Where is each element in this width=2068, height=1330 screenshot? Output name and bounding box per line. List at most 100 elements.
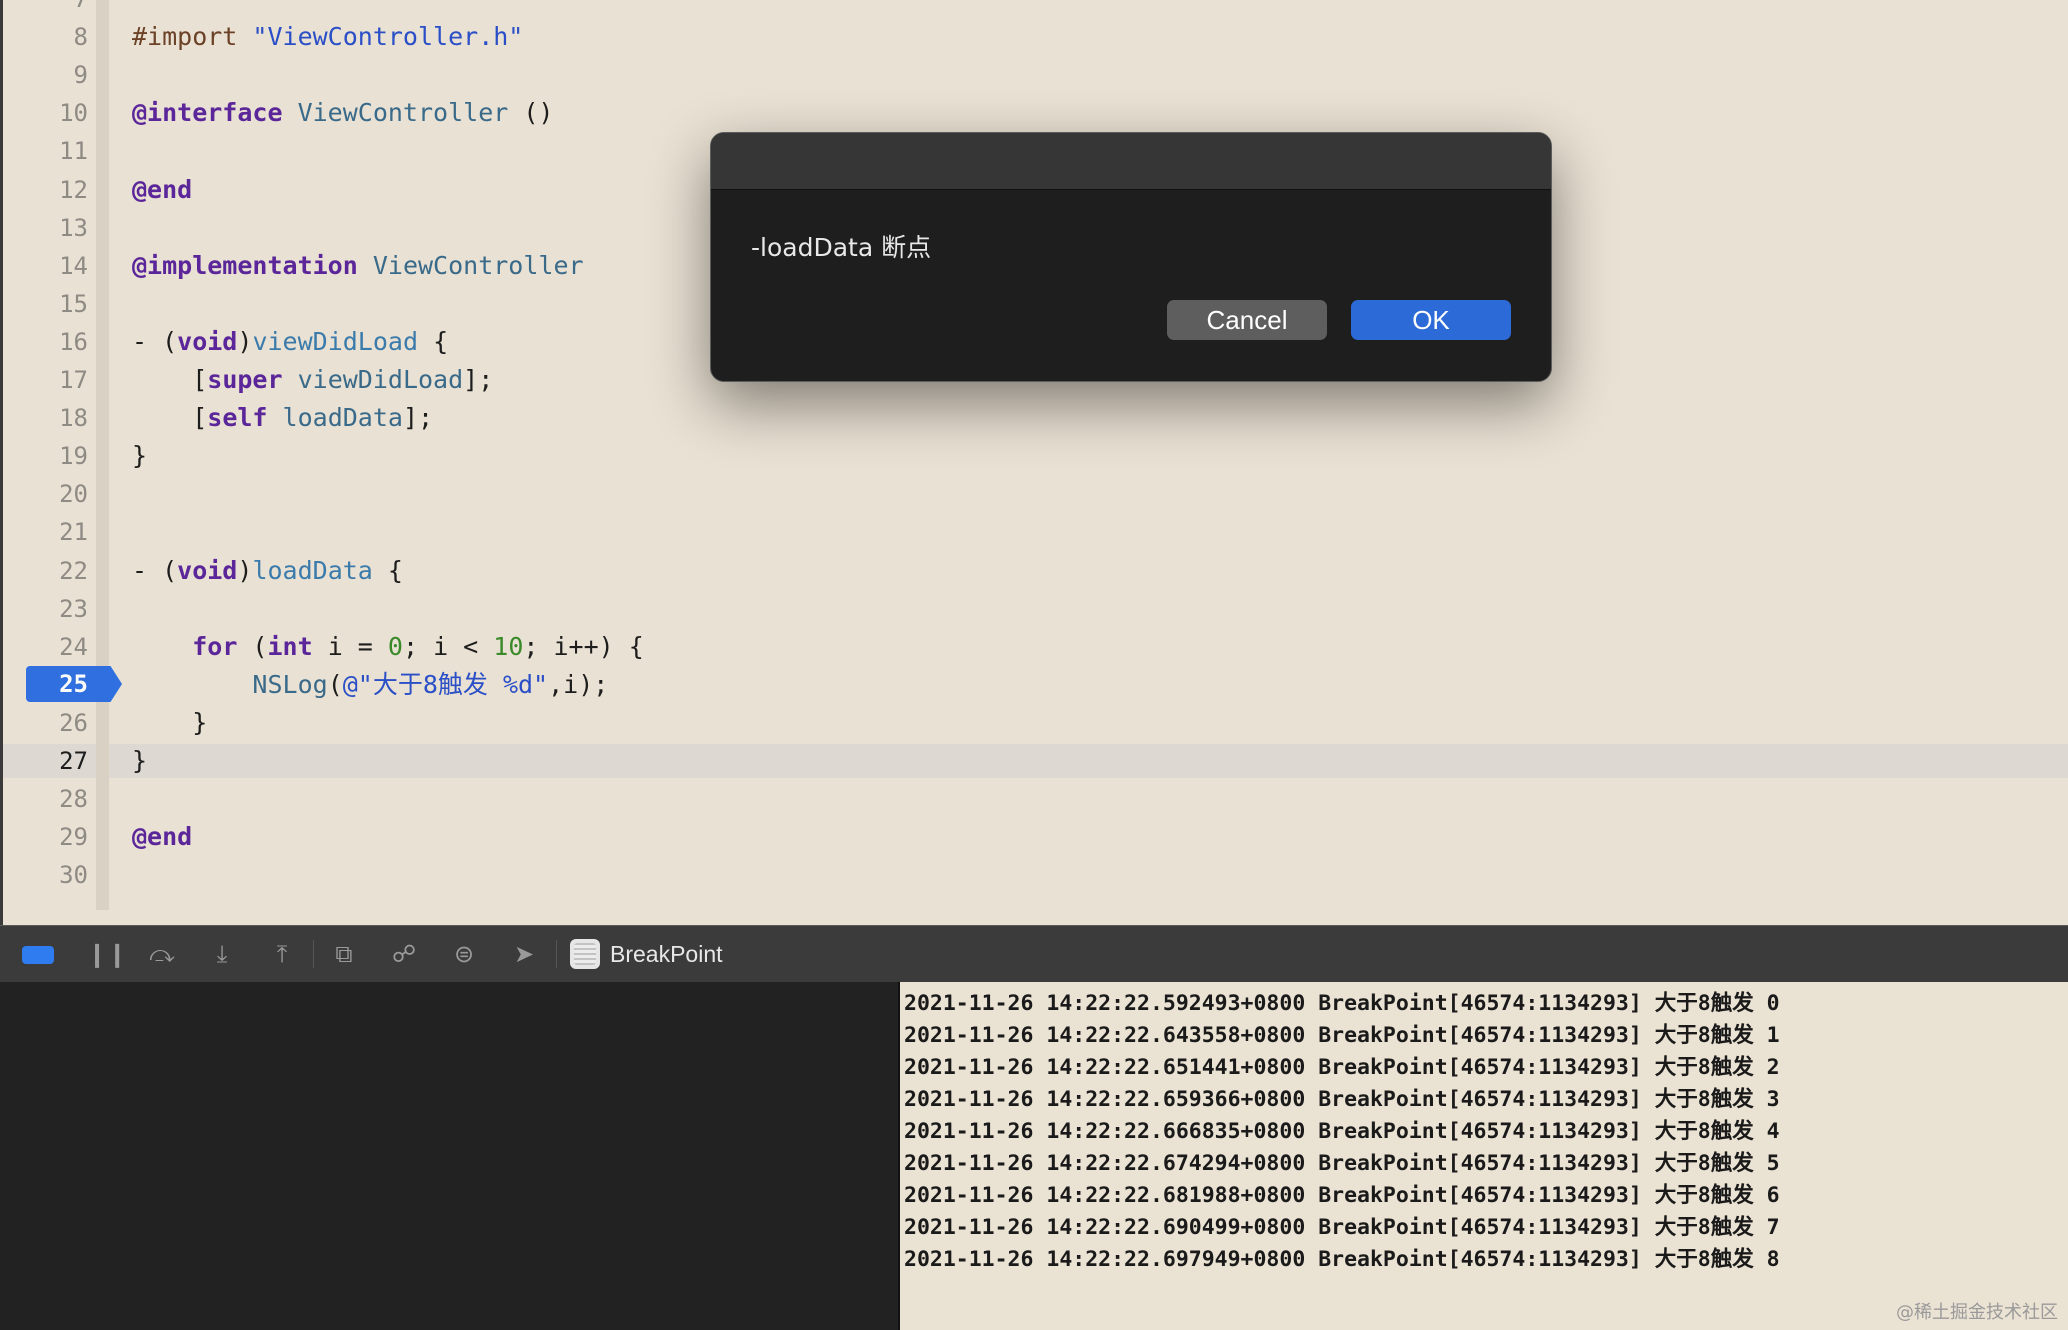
code-token: for xyxy=(192,631,238,661)
code-token: ]; xyxy=(463,365,494,394)
debug-toolbar: ❙❙ ⤼ ⤓ ⤒ ⧉ ☍ ⊜ ➤ BreakPoint xyxy=(0,925,2068,983)
console-output[interactable]: 2021-11-26 14:22:22.592493+0800 BreakPoi… xyxy=(900,982,2068,1330)
line-number[interactable]: 12 xyxy=(20,171,88,209)
line-number[interactable]: 13 xyxy=(20,209,88,247)
code-text: } xyxy=(132,704,207,742)
console-log-line: 2021-11-26 14:22:22.651441+0800 BreakPoi… xyxy=(904,1055,1780,1080)
line-number[interactable]: 20 xyxy=(20,475,88,513)
view-hierarchy-icon[interactable]: ⧉ xyxy=(329,940,359,968)
environment-overrides-icon[interactable]: ⊜ xyxy=(449,940,479,968)
console-log-line: 2021-11-26 14:22:22.643558+0800 BreakPoi… xyxy=(904,1023,1780,1048)
code-token: ; i < xyxy=(402,631,494,661)
gutter-ribbon xyxy=(96,0,109,910)
code-text: for (int i = 0; i < 10; i++) { xyxy=(132,628,644,666)
code-token: i = xyxy=(312,631,388,661)
breakpoint-line-number: 25 xyxy=(59,670,88,698)
code-token: [ xyxy=(132,365,208,394)
code-text: @end xyxy=(132,171,192,209)
line-number[interactable]: 17 xyxy=(20,361,88,399)
line-number[interactable]: 22 xyxy=(20,552,88,590)
line-number[interactable]: 15 xyxy=(20,285,88,323)
code-token: - ( xyxy=(132,555,178,585)
line-number[interactable]: 24 xyxy=(20,628,88,666)
line-number[interactable]: 18 xyxy=(20,399,88,437)
code-token: } xyxy=(132,746,148,775)
code-token: @"大于8触发 %d" xyxy=(342,669,549,699)
line-number[interactable]: 8 xyxy=(20,18,88,56)
app-target-icon[interactable] xyxy=(570,939,600,969)
code-token: ( xyxy=(327,669,343,699)
code-token: void xyxy=(177,326,238,356)
code-token: ( xyxy=(237,631,268,661)
code-token: ]; xyxy=(402,403,434,433)
code-token: { xyxy=(372,555,403,585)
watermark: @稀土掘金技术社区 xyxy=(1896,1302,2058,1323)
code-token: @end xyxy=(132,822,193,852)
line-number[interactable]: 19 xyxy=(20,437,88,475)
cancel-button[interactable]: Cancel xyxy=(1167,300,1327,340)
code-token: ; i++) { xyxy=(523,631,644,661)
line-number[interactable]: 23 xyxy=(20,590,88,628)
line-number[interactable]: 10 xyxy=(20,94,88,132)
code-token: "ViewController.h" xyxy=(252,22,524,52)
variables-view[interactable] xyxy=(0,982,898,1330)
code-text: NSLog(@"大于8触发 %d",i); xyxy=(132,666,608,704)
code-token: ViewController xyxy=(372,250,584,280)
code-token: ,i); xyxy=(548,669,609,699)
code-token: super xyxy=(207,365,283,394)
code-text: } xyxy=(132,742,147,780)
step-over-icon[interactable]: ⤼ xyxy=(147,940,177,968)
step-into-icon[interactable]: ⤓ xyxy=(207,940,237,968)
code-token: ) xyxy=(237,555,253,585)
code-text: [super viewDidLoad]; xyxy=(132,361,493,399)
line-number[interactable]: 27 xyxy=(20,742,88,780)
code-token: ViewController xyxy=(297,98,509,128)
console-log-line: 2021-11-26 14:22:22.690499+0800 BreakPoi… xyxy=(904,1215,1780,1240)
line-number[interactable]: 21 xyxy=(20,513,88,551)
code-token: @interface xyxy=(132,98,283,128)
console-log-line: 2021-11-26 14:22:22.592493+0800 BreakPoi… xyxy=(904,991,1780,1016)
code-text: @interface ViewController () xyxy=(132,94,553,132)
code-text: @end xyxy=(132,818,192,856)
code-token: #import xyxy=(132,22,253,52)
code-token: int xyxy=(267,631,313,661)
ok-button[interactable]: OK xyxy=(1351,300,1511,340)
window-edge xyxy=(0,0,3,925)
code-token: ) xyxy=(237,326,253,356)
line-number[interactable]: 9 xyxy=(20,56,88,94)
code-token: - ( xyxy=(132,326,178,356)
location-icon[interactable]: ➤ xyxy=(509,940,539,968)
alert-dialog: -loadData 断点 Cancel OK xyxy=(710,132,1552,382)
target-name[interactable]: BreakPoint xyxy=(610,926,723,982)
code-text: #import "ViewController.h" xyxy=(132,18,523,56)
line-number[interactable]: 30 xyxy=(20,856,88,894)
alert-titlebar xyxy=(711,133,1551,190)
line-number[interactable]: 16 xyxy=(20,323,88,361)
memory-graph-icon[interactable]: ☍ xyxy=(389,940,419,968)
console-log-line: 2021-11-26 14:22:22.666835+0800 BreakPoi… xyxy=(904,1119,1780,1144)
alert-message: -loadData 断点 xyxy=(751,233,932,262)
line-number[interactable]: 29 xyxy=(20,818,88,856)
step-out-icon[interactable]: ⤒ xyxy=(267,940,297,968)
current-line-highlight xyxy=(3,744,2068,778)
code-token: () xyxy=(508,98,554,128)
line-number[interactable]: 7 xyxy=(20,0,88,18)
line-number[interactable]: 28 xyxy=(20,780,88,818)
pause-icon[interactable]: ❙❙ xyxy=(87,940,127,968)
console-log-line: 2021-11-26 14:22:22.674294+0800 BreakPoi… xyxy=(904,1151,1780,1176)
breakpoints-toggle-icon[interactable] xyxy=(22,946,54,964)
code-text: @implementation ViewController xyxy=(132,247,584,285)
line-number[interactable]: 26 xyxy=(20,704,88,742)
code-text: [self loadData]; xyxy=(132,399,433,437)
code-text: } xyxy=(132,437,147,475)
console-log-line: 2021-11-26 14:22:22.659366+0800 BreakPoi… xyxy=(904,1087,1780,1112)
breakpoint-marker[interactable]: 25 xyxy=(26,666,122,702)
code-token: viewDidLoad xyxy=(297,365,464,394)
line-number[interactable]: 14 xyxy=(20,247,88,285)
code-token: [ xyxy=(132,403,208,433)
code-token: 10 xyxy=(493,631,524,661)
line-number[interactable]: 11 xyxy=(20,132,88,170)
